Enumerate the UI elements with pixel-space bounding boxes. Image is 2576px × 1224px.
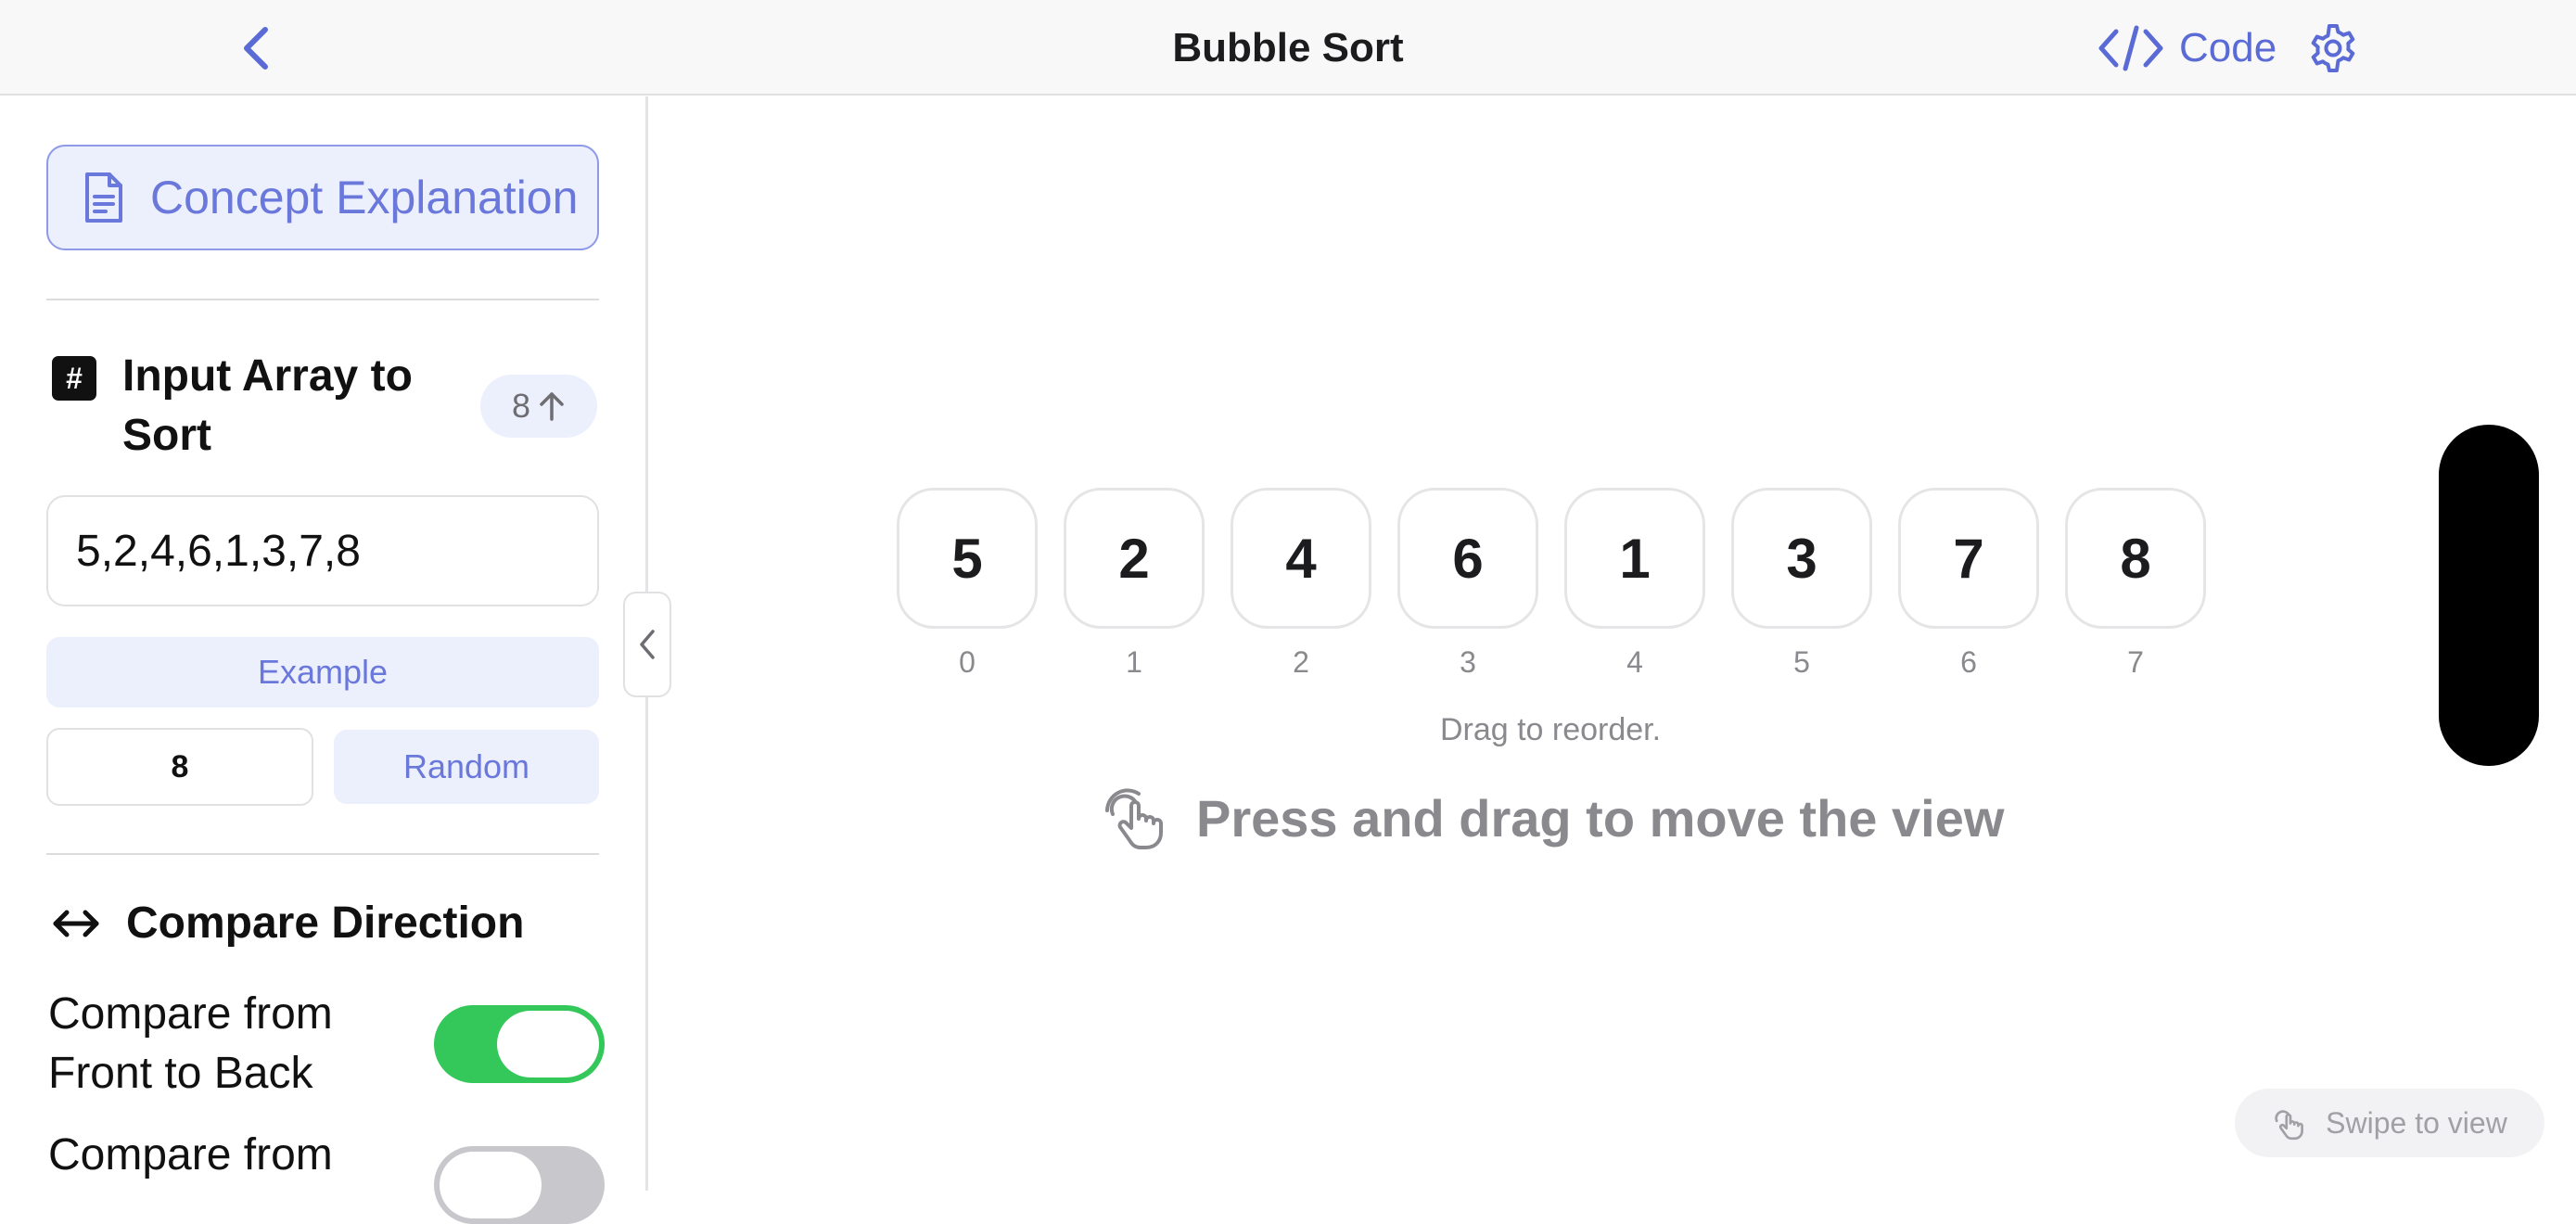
toggle-knob <box>497 1011 599 1077</box>
chevron-left-icon <box>244 27 268 70</box>
array-index: 2 <box>1293 645 1309 679</box>
array-cell[interactable]: 2 <box>1064 488 1205 629</box>
collapse-sidebar-button[interactable] <box>623 592 671 697</box>
array-index: 5 <box>1793 645 1810 679</box>
random-button[interactable]: Random <box>334 730 599 804</box>
array-count: 8 <box>511 387 531 425</box>
code-label: Code <box>2179 25 2277 70</box>
input-section-title-line2: Sort <box>122 411 211 460</box>
concept-explanation-button[interactable]: Concept Explanation <box>46 145 599 250</box>
hand-swipe-icon <box>2275 1110 2304 1141</box>
document-icon <box>85 172 122 223</box>
array-cell[interactable]: 3 <box>1731 488 1872 629</box>
array-cell[interactable]: 6 <box>1397 488 1538 629</box>
move-view-hint-text: Press and drag to move the view <box>1196 788 2005 848</box>
back-to-front-toggle[interactable] <box>434 1146 605 1224</box>
example-label: Example <box>257 653 389 691</box>
gear-icon <box>2311 24 2355 72</box>
hand-drag-icon <box>1105 788 1163 849</box>
array-count-sort-button[interactable]: 8 <box>480 375 597 438</box>
array-size-input[interactable] <box>46 728 313 806</box>
array-cell[interactable]: 8 <box>2065 488 2206 629</box>
array-input[interactable] <box>46 495 599 606</box>
top-bar: Bubble Sort Code <box>0 0 2576 96</box>
array-index: 1 <box>1126 645 1142 679</box>
random-label: Random <box>402 747 530 785</box>
back-button[interactable] <box>234 22 280 74</box>
hash-icon: # <box>52 356 96 401</box>
direction-section-title: Compare Direction <box>126 899 525 948</box>
array-index: 6 <box>1960 645 1977 679</box>
input-section-title-line1: Input Array to <box>122 351 413 401</box>
array-index: 0 <box>959 645 976 679</box>
swipe-to-view-label: Swipe to view <box>2326 1105 2507 1140</box>
toggle-front-back-label-line2: Front to Back <box>48 1049 313 1098</box>
drag-to-reorder-hint: Drag to reorder. <box>1439 712 1662 747</box>
settings-button[interactable] <box>2307 22 2359 74</box>
front-to-back-toggle[interactable] <box>434 1005 605 1083</box>
left-right-arrows-icon <box>53 910 99 937</box>
divider <box>46 299 599 300</box>
divider <box>46 853 599 855</box>
array-cell[interactable]: 1 <box>1564 488 1705 629</box>
array-cell[interactable]: 4 <box>1231 488 1371 629</box>
sidebar: Concept Explanation # Input Array to Sor… <box>0 96 645 1224</box>
toggle-front-back-label-line1: Compare from <box>48 989 333 1039</box>
toggle-knob <box>440 1152 542 1218</box>
array-index: 7 <box>2127 645 2144 679</box>
array-cell[interactable]: 7 <box>1898 488 2039 629</box>
swipe-to-view-button[interactable]: Swipe to view <box>2235 1089 2544 1157</box>
move-view-hint: Press and drag to move the view <box>1103 786 2004 849</box>
array-index: 4 <box>1626 645 1643 679</box>
concept-explanation-label: Concept Explanation <box>150 172 579 223</box>
code-icon <box>2098 25 2163 71</box>
code-button[interactable]: Code <box>2098 20 2276 76</box>
array-index: 3 <box>1460 645 1476 679</box>
example-button[interactable]: Example <box>46 637 599 708</box>
array-cell[interactable]: 5 <box>897 488 1038 629</box>
toggle-back-front-label-line1: Compare from <box>48 1130 333 1179</box>
arrow-up-icon <box>540 392 564 421</box>
chevron-left-icon <box>640 630 655 659</box>
drag-handle[interactable] <box>2439 425 2539 766</box>
